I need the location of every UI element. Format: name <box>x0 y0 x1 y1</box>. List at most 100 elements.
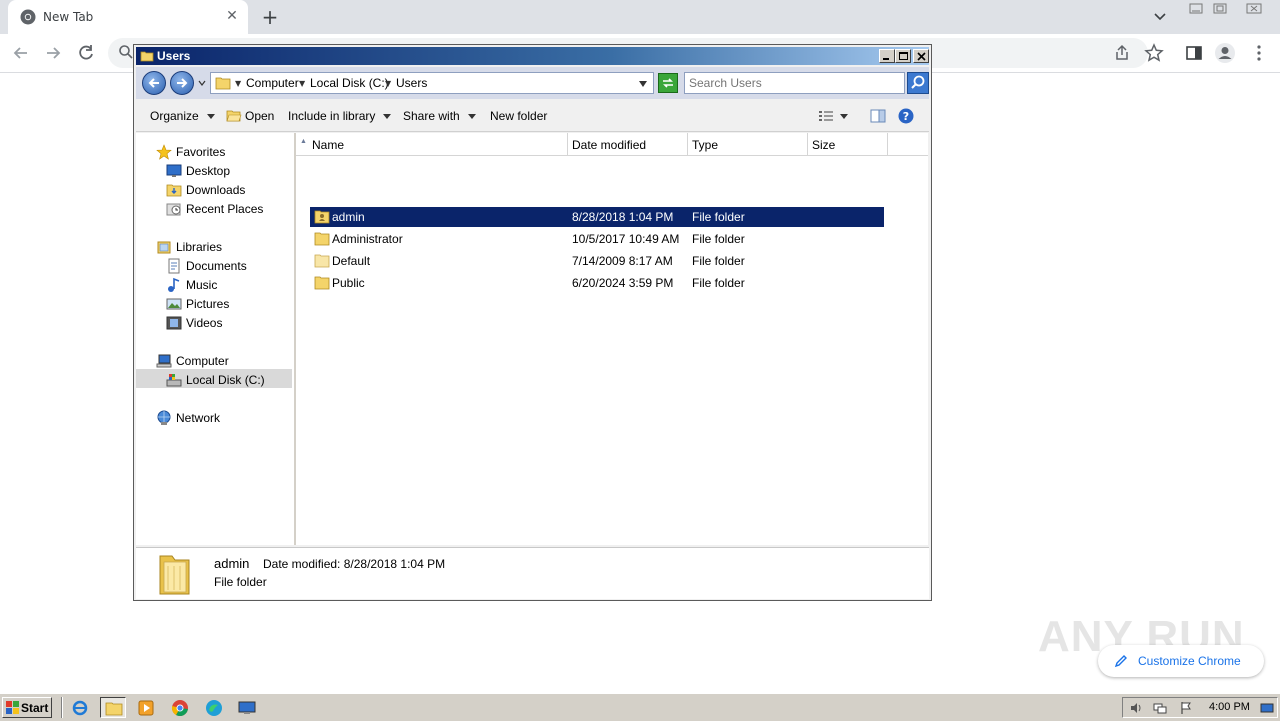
taskbar-separator <box>61 697 63 718</box>
documents-icon <box>168 258 180 274</box>
explorer-window: Users ▼ Computer ▼ Local Disk (C:) ▼ Use… <box>133 44 932 601</box>
column-name[interactable]: Name ▲ <box>296 133 568 155</box>
tab-close-icon[interactable]: ✕ <box>224 8 240 24</box>
refresh-button[interactable] <box>658 73 678 93</box>
taskbar-explorer[interactable] <box>100 697 126 718</box>
details-pane: admin Date modified: 8/28/2018 1:04 PM F… <box>136 547 929 599</box>
restore-window-icon[interactable] <box>1208 0 1232 18</box>
column-type[interactable]: Type <box>688 133 808 155</box>
tab-new-tab[interactable]: New Tab ✕ <box>8 0 248 34</box>
file-row-public[interactable]: Public 6/20/2024 3:59 PM File folder <box>310 273 884 293</box>
action-center-flag-icon[interactable] <box>1179 701 1193 715</box>
column-date-modified[interactable]: Date modified <box>568 133 688 155</box>
taskbar-edge[interactable] <box>201 697 227 718</box>
file-type: File folder <box>692 232 745 246</box>
forward-button[interactable] <box>170 71 194 95</box>
folder-icon <box>105 702 123 716</box>
help-icon[interactable]: ? <box>898 108 914 124</box>
search-field[interactable] <box>684 72 905 94</box>
include-in-library-menu[interactable]: Include in library <box>288 109 392 123</box>
preview-pane-icon[interactable] <box>870 109 886 123</box>
caret-down-icon <box>467 114 476 120</box>
nav-label: Libraries <box>176 240 223 254</box>
share-with-menu[interactable]: Share with <box>403 109 476 123</box>
folder-icon <box>215 77 231 90</box>
minimize-window-icon[interactable] <box>1184 0 1208 18</box>
taskbar-clock[interactable]: 4:00 PM <box>1209 701 1250 713</box>
folder-icon <box>314 276 330 290</box>
customize-chrome-button[interactable]: Customize Chrome <box>1098 645 1264 677</box>
customize-chrome-label: Customize Chrome <box>1138 654 1241 668</box>
breadcrumb-computer[interactable]: Computer <box>246 76 299 90</box>
media-player-icon <box>138 700 154 716</box>
close-window-icon[interactable] <box>1242 0 1266 18</box>
breadcrumb-local-disk[interactable]: Local Disk (C:) <box>310 76 389 90</box>
internet-explorer-icon <box>72 700 88 716</box>
search-icon <box>119 45 133 59</box>
desktop-icon <box>166 164 182 177</box>
taskbar-remote-desktop[interactable] <box>234 697 260 718</box>
nav-label: Pictures <box>186 297 230 311</box>
menu-dots-icon[interactable] <box>1248 42 1270 64</box>
organize-menu[interactable]: Organize <box>150 109 215 123</box>
address-dropdown-icon[interactable] <box>639 81 647 87</box>
breadcrumb-arrow-icon[interactable]: ▼ <box>299 80 305 88</box>
taskbar-chrome[interactable] <box>167 697 193 718</box>
share-icon[interactable] <box>1111 42 1133 64</box>
address-box[interactable]: ▼ Computer ▼ Local Disk (C:) ▼ Users <box>210 72 654 94</box>
explorer-titlebar[interactable]: Users <box>136 47 929 65</box>
breadcrumb-arrow-icon[interactable]: ▼ <box>385 80 391 88</box>
search-input[interactable] <box>689 75 899 91</box>
new-folder-button[interactable]: New folder <box>490 109 547 123</box>
file-row-administrator[interactable]: Administrator 10/5/2017 10:49 AM File fo… <box>310 229 884 249</box>
breadcrumb-arrow-icon[interactable]: ▼ <box>235 80 241 88</box>
back-button[interactable] <box>142 71 166 95</box>
file-row-admin[interactable]: admin 8/28/2018 1:04 PM File folder <box>310 207 884 227</box>
caret-down-icon <box>206 114 215 120</box>
column-header-row: Name ▲ Date modified Type Size <box>296 133 928 156</box>
videos-icon <box>166 316 182 330</box>
file-name: Administrator <box>332 232 403 246</box>
show-desktop-icon[interactable] <box>1260 701 1274 715</box>
include-in-library-label: Include in library <box>288 109 376 123</box>
network-tray-icon[interactable] <box>1153 701 1167 715</box>
taskbar-internet-explorer[interactable] <box>67 697 93 718</box>
search-button[interactable] <box>907 72 929 94</box>
refresh-icon <box>663 78 673 88</box>
view-options-icon[interactable] <box>818 109 834 123</box>
open-button[interactable]: Open <box>245 109 274 123</box>
svg-text:?: ? <box>903 110 909 123</box>
reload-icon[interactable] <box>75 42 97 64</box>
profile-avatar-icon[interactable] <box>1214 42 1236 64</box>
nav-label: Recent Places <box>186 202 264 216</box>
bookmark-star-icon[interactable] <box>1143 42 1165 64</box>
file-date: 6/20/2024 3:59 PM <box>572 276 674 290</box>
side-panel-icon[interactable] <box>1183 42 1205 64</box>
maximize-button[interactable] <box>895 49 911 63</box>
large-folder-icon <box>159 555 190 595</box>
breadcrumb-users[interactable]: Users <box>396 76 427 90</box>
taskbar-media-player[interactable] <box>133 697 159 718</box>
file-row-default[interactable]: Default 7/14/2009 8:17 AM File folder <box>310 251 884 271</box>
details-date-modified: Date modified: 8/28/2018 1:04 PM <box>263 557 446 571</box>
column-size[interactable]: Size <box>808 133 888 155</box>
column-label: Size <box>812 138 836 152</box>
libraries-icon <box>157 241 171 254</box>
chrome-icon <box>171 700 188 717</box>
start-button[interactable]: Start <box>2 697 52 718</box>
minimize-button[interactable] <box>879 49 895 63</box>
close-button[interactable] <box>913 49 929 63</box>
chevron-down-icon[interactable] <box>1150 8 1170 26</box>
column-label: Date modified <box>572 138 647 152</box>
file-date: 8/28/2018 1:04 PM <box>572 210 674 224</box>
view-dropdown-icon[interactable] <box>840 114 848 119</box>
edge-icon <box>206 700 222 716</box>
new-tab-button[interactable]: + <box>258 5 282 29</box>
volume-icon[interactable] <box>1129 701 1143 715</box>
forward-arrow-icon[interactable] <box>42 42 64 64</box>
file-name: admin <box>332 210 365 224</box>
address-row: ▼ Computer ▼ Local Disk (C:) ▼ Users <box>136 67 929 99</box>
recent-pages-dropdown-icon[interactable] <box>198 79 206 87</box>
details-type: File folder <box>214 575 267 589</box>
back-arrow-icon[interactable] <box>10 42 32 64</box>
